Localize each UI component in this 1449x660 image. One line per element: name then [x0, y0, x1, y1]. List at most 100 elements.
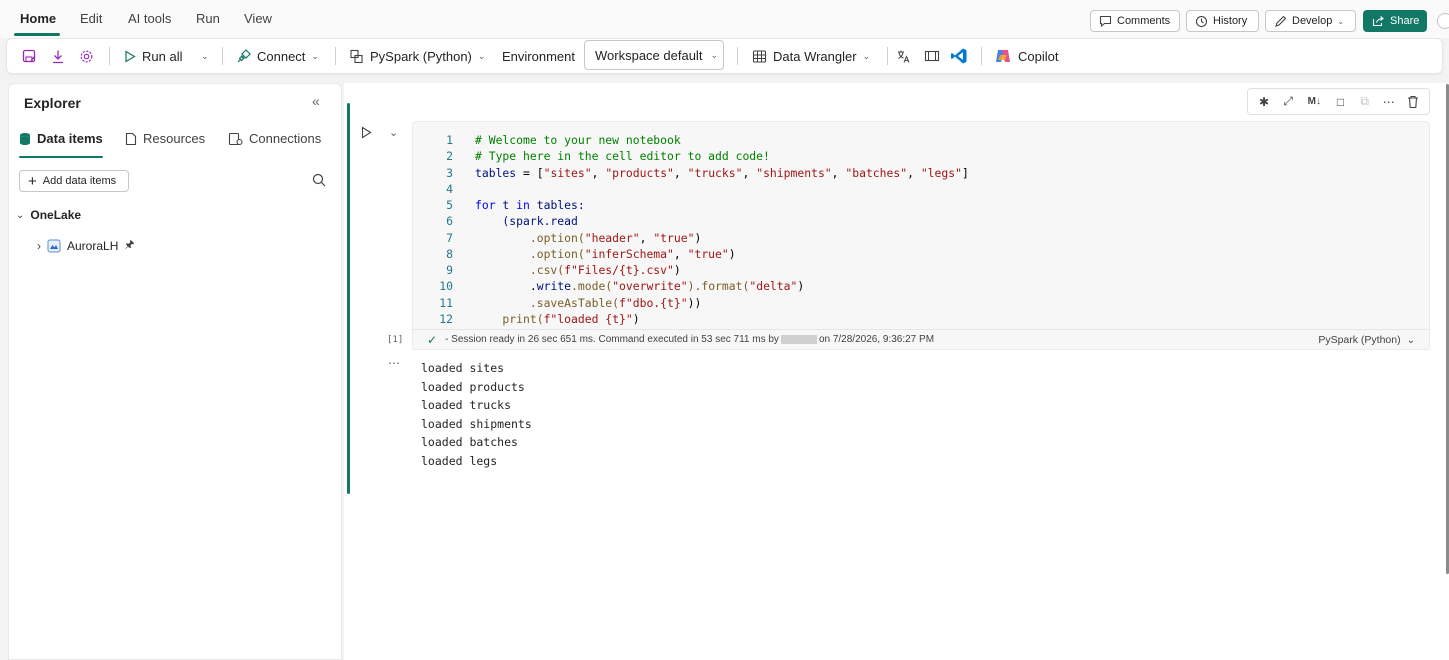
menu-tab-ai-tools[interactable]: AI tools [128, 11, 171, 26]
delete-icon[interactable] [1404, 93, 1422, 111]
status-timestamp: on 7/28/2026, 9:36:27 PM [818, 334, 935, 345]
avatar[interactable] [1437, 13, 1449, 29]
collapse-panel-icon[interactable]: « [312, 93, 320, 109]
markdown-toggle-button[interactable]: M↓ [1303, 93, 1325, 111]
line-number: 3 [446, 165, 453, 180]
copilot-cell-icon[interactable]: ✱ [1255, 93, 1273, 111]
database-icon [20, 132, 30, 145]
comments-button[interactable]: Comments [1090, 10, 1180, 32]
copilot-label: Copilot [1018, 48, 1059, 64]
line-number: 1 [446, 133, 453, 147]
active-tab-indicator [19, 156, 103, 158]
share-button[interactable]: Share [1363, 10, 1427, 32]
connect-button[interactable]: Connect ⌄ [236, 39, 319, 73]
code-text: "overwrite" [612, 279, 688, 294]
menu-tab-edit[interactable]: Edit [80, 11, 102, 26]
comments-label: Comments [1117, 15, 1171, 27]
menu-tab-run[interactable]: Run [196, 11, 220, 26]
line-number: 4 [446, 181, 453, 196]
comment-cell-icon[interactable]: □ [1331, 93, 1349, 111]
more-options-icon[interactable]: ⋯ [1380, 93, 1398, 111]
menu-tab-view[interactable]: View [244, 11, 272, 26]
code-line: 10 . write .mode("overwrite").format("delt… [413, 278, 969, 294]
ribbon-divider [109, 47, 110, 65]
chevron-down-icon: ⌄ [1406, 334, 1415, 346]
collapse-cell-icon[interactable]: ⌄ [389, 126, 398, 139]
code-line: 3 tables = ["sites", "products", "trucks"… [413, 165, 969, 181]
settings-button[interactable] [79, 39, 94, 73]
data-wrangler-button[interactable]: Data Wrangler ⌄ [752, 39, 870, 73]
language-selector[interactable]: PySpark (Python) ⌄ [349, 39, 485, 73]
line-number: 8 [446, 246, 453, 261]
expand-icon[interactable]: ⤢ [1279, 93, 1297, 111]
tree-item-onelake[interactable]: ⌄ OneLake [16, 208, 81, 222]
code-block: 1 # Welcome to your new notebook 2 # Type … [413, 132, 969, 327]
run-all-button[interactable]: Run all [124, 39, 182, 73]
fullscreen-icon [924, 50, 940, 62]
download-button[interactable] [51, 39, 65, 73]
tab-resources[interactable]: Resources [125, 131, 205, 146]
code-text: in [516, 198, 530, 212]
status-text: - Session ready in 26 sec 651 ms. Comman… [445, 334, 779, 345]
code-text: "legs" [920, 165, 962, 180]
ribbon-divider [737, 47, 738, 65]
ribbon-divider [981, 47, 982, 65]
run-cell-button[interactable] [361, 126, 372, 142]
code-text: print( [475, 311, 544, 326]
cell-output: loaded sites loaded products loaded truc… [421, 359, 532, 471]
code-text: "inferSchema" [584, 246, 674, 261]
run-all-dropdown[interactable]: ⌄ [201, 39, 209, 73]
translate-icon [898, 50, 910, 63]
open-in-vscode-button[interactable] [950, 39, 968, 73]
focus-mode-button[interactable] [924, 39, 940, 73]
chevron-right-icon: › [37, 238, 41, 253]
code-text: , [907, 165, 921, 180]
code-text: .mode( [571, 279, 613, 294]
code-line: 8 .option("inferSchema", "true") [413, 246, 969, 262]
output-line: loaded batches [421, 435, 518, 450]
code-text: .saveAsTable( [475, 295, 620, 310]
add-data-items-label: Add data items [42, 175, 117, 187]
chevron-down-icon: ⌄ [1337, 16, 1345, 26]
translate-button[interactable] [896, 39, 911, 73]
code-line: 1 # Welcome to your new notebook [413, 132, 969, 148]
pin-icon[interactable]: 🖈 [124, 236, 134, 255]
output-line: loaded trucks [421, 398, 512, 413]
code-text: ).format( [687, 279, 750, 294]
code-text: f"loaded {t}" [543, 311, 633, 326]
comment-icon [1099, 15, 1112, 27]
tab-data-items[interactable]: Data items [19, 131, 103, 146]
ribbon-divider [887, 47, 888, 65]
cell-toolbar: ✱ ⤢ M↓ □ ⧉ ⋯ [1247, 88, 1430, 115]
tree-item-lakehouse[interactable]: › AuroraLH 🖈 [37, 236, 135, 255]
develop-button[interactable]: Develop ⌄ [1265, 10, 1356, 32]
redacted-user [780, 335, 817, 344]
gear-icon [80, 50, 93, 62]
copilot-button[interactable]: Copilot [994, 39, 1058, 73]
code-text: ) [673, 263, 681, 277]
output-options-icon[interactable]: ⋯ [388, 356, 400, 370]
cell-status-bar: ✓ - Session ready in 26 sec 651 ms. Comm… [412, 329, 1430, 350]
search-icon[interactable] [312, 173, 326, 190]
active-cell-indicator [347, 103, 350, 494]
menu-tab-home[interactable]: Home [20, 11, 56, 26]
line-number: 2 [446, 149, 453, 164]
cell-language-selector[interactable]: PySpark (Python) ⌄ [1318, 334, 1415, 346]
tab-data-items-label: Data items [37, 131, 103, 146]
workspace-environment-select[interactable]: Workspace default ⌄ [584, 40, 724, 70]
output-line: loaded legs [421, 453, 498, 468]
history-button[interactable]: History [1186, 10, 1259, 32]
add-data-items-button[interactable]: + Add data items [19, 170, 129, 192]
table-icon [752, 49, 767, 63]
line-number: 9 [446, 263, 453, 277]
menu-bar: Home Edit AI tools Run View Comments His… [0, 0, 1449, 38]
save-notebook-button[interactable] [22, 39, 37, 73]
copy-icon[interactable]: ⧉ [1356, 93, 1374, 111]
share-label: Share [1390, 15, 1420, 27]
tab-connections[interactable]: Connections [228, 131, 321, 146]
code-text: t [495, 198, 517, 212]
ribbon-divider [335, 47, 336, 65]
share-icon [1372, 16, 1384, 27]
code-text: f"Files/{t}.csv" [564, 263, 674, 277]
code-editor[interactable]: 1 # Welcome to your new notebook 2 # Type … [412, 121, 1430, 349]
